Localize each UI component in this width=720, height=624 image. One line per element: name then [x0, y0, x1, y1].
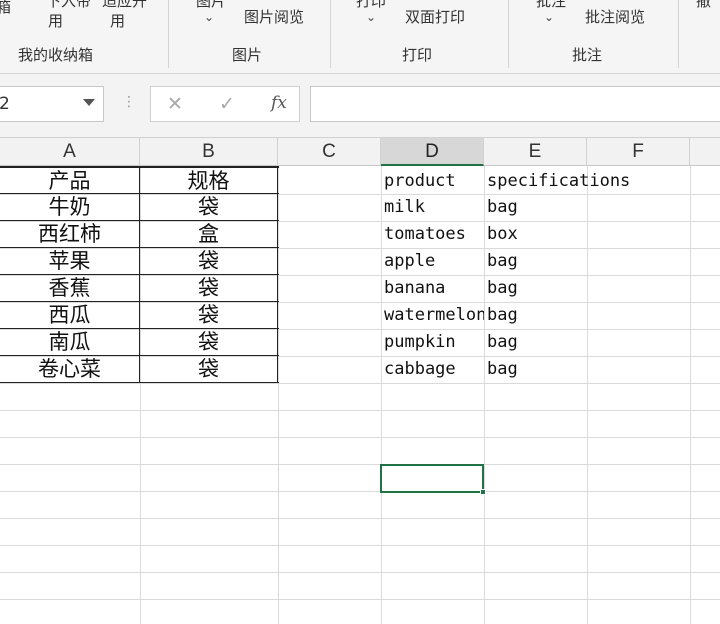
gridline	[0, 383, 720, 384]
cell-product-en[interactable]: cabbage	[384, 356, 484, 383]
cell-spec-en[interactable]: bag	[487, 248, 587, 275]
ribbon-partial-text[interactable]: 用	[110, 10, 125, 31]
gridline	[0, 545, 720, 546]
cell-spec-cn[interactable]: 袋	[140, 329, 277, 356]
chevron-down-icon[interactable]	[83, 99, 95, 106]
comment-view-button[interactable]: 批注阅览	[585, 6, 645, 27]
cell-product-en[interactable]: watermelon	[384, 302, 484, 329]
cell-spec-cn[interactable]: 袋	[140, 356, 277, 383]
gridline	[0, 518, 720, 519]
picture-view-button[interactable]: 图片阅览	[244, 6, 304, 27]
cell-product-cn[interactable]: 苹果	[0, 248, 139, 275]
name-box[interactable]: 2	[0, 86, 104, 122]
insert-function-icon[interactable]: fx	[271, 93, 287, 113]
cancel-icon[interactable]: ✕	[167, 93, 183, 115]
ribbon-partial-text: 箱	[0, 0, 11, 17]
formula-buttons: ✕ ✓ fx	[150, 86, 300, 122]
group-label-picture: 图片	[232, 46, 263, 64]
fill-handle[interactable]	[480, 489, 486, 495]
cell-product-cn[interactable]: 南瓜	[0, 329, 139, 356]
group-label-comment: 批注	[572, 46, 603, 64]
chevron-down-icon[interactable]: ⌄	[204, 10, 214, 24]
cell-product-en[interactable]: tomatoes	[384, 221, 484, 248]
cell-spec-en[interactable]: bag	[487, 302, 587, 329]
gridline	[0, 410, 720, 411]
chevron-down-icon[interactable]: ⌄	[544, 10, 554, 24]
ribbon-separator	[678, 0, 679, 68]
table-header-spec-en[interactable]: specifications	[487, 168, 687, 195]
ribbon-partial-text[interactable]: 用	[48, 10, 63, 31]
cell-product-en[interactable]: milk	[384, 194, 484, 221]
cell-spec-cn[interactable]: 袋	[140, 275, 277, 302]
cell-product-cn[interactable]: 西瓜	[0, 302, 139, 329]
active-cell[interactable]	[380, 464, 484, 493]
spreadsheet-grid[interactable]: A B C D E F 产品 规格 牛奶 袋 西红柿 盒 苹果 袋 香蕉 袋 西…	[0, 138, 720, 624]
ribbon-separator	[508, 0, 509, 68]
cell-product-cn[interactable]: 牛奶	[0, 194, 139, 221]
column-header-d[interactable]: D	[381, 138, 484, 166]
ribbon: 箱 下入帝 适应开 用 用 我的收纳箱 图片 ⌄ 图片阅览 图片 打印 ⌄ 双面…	[0, 0, 720, 74]
table-header-product-en[interactable]: product	[384, 168, 484, 195]
cell-product-cn[interactable]: 香蕉	[0, 275, 139, 302]
gridline	[0, 437, 720, 438]
cell-product-en[interactable]: apple	[384, 248, 484, 275]
chevron-down-icon[interactable]: ⌄	[366, 10, 376, 24]
table-header-spec-cn[interactable]: 规格	[140, 168, 277, 195]
formula-bar: 2 ⋮ ✕ ✓ fx	[0, 74, 720, 138]
gridline	[0, 599, 720, 600]
gridline	[0, 464, 720, 465]
cell-spec-en[interactable]: bag	[487, 329, 587, 356]
gridline	[381, 166, 382, 624]
cell-spec-en[interactable]: box	[487, 221, 587, 248]
cell-spec-en[interactable]: bag	[487, 356, 587, 383]
more-options-icon[interactable]: ⋮	[122, 94, 136, 110]
confirm-icon[interactable]: ✓	[219, 93, 235, 115]
cell-product-en[interactable]: pumpkin	[384, 329, 484, 356]
cell-product-en[interactable]: banana	[384, 275, 484, 302]
cell-spec-en[interactable]: bag	[487, 194, 587, 221]
cell-product-cn[interactable]: 卷心菜	[0, 356, 139, 383]
gridline	[0, 572, 720, 573]
formula-input[interactable]	[310, 86, 720, 122]
column-header-g[interactable]	[690, 138, 720, 166]
cell-product-cn[interactable]: 西红柿	[0, 221, 139, 248]
gridline	[0, 491, 720, 492]
table-header-product-cn[interactable]: 产品	[0, 168, 139, 195]
column-header-e[interactable]: E	[484, 138, 587, 166]
column-header-c[interactable]: C	[278, 138, 381, 166]
column-header-b[interactable]: B	[140, 138, 278, 166]
cell-spec-en[interactable]: bag	[487, 275, 587, 302]
column-header-f[interactable]: F	[587, 138, 690, 166]
cell-spec-cn[interactable]: 袋	[140, 302, 277, 329]
cell-spec-cn[interactable]: 袋	[140, 194, 277, 221]
ribbon-separator	[168, 0, 169, 68]
duplex-print-button[interactable]: 双面打印	[405, 6, 465, 27]
group-label-print: 打印	[402, 46, 433, 64]
gridline	[690, 166, 691, 624]
cell-spec-cn[interactable]: 盒	[140, 221, 277, 248]
column-header-a[interactable]: A	[0, 138, 140, 166]
ribbon-separator	[330, 0, 331, 68]
gridline	[587, 166, 588, 624]
name-box-value: 2	[0, 94, 10, 114]
table-border	[277, 166, 278, 383]
ribbon-partial-text[interactable]: 撤	[696, 0, 711, 11]
cell-spec-cn[interactable]: 袋	[140, 248, 277, 275]
gridline	[484, 166, 485, 624]
gridline	[278, 166, 279, 624]
group-label-storage: 我的收纳箱	[18, 46, 94, 64]
